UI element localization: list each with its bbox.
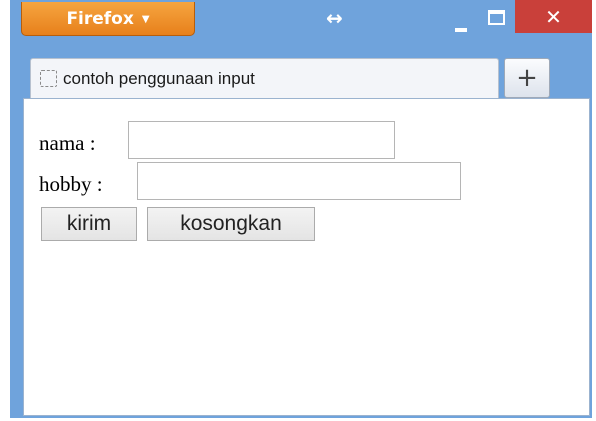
minimize-button[interactable] bbox=[455, 16, 471, 32]
tab-title: contoh penggunaan input bbox=[63, 68, 255, 88]
page-favicon-icon bbox=[40, 70, 57, 87]
hobby-input[interactable] bbox=[137, 162, 461, 200]
close-button[interactable]: ✕ bbox=[515, 0, 592, 33]
close-icon: ✕ bbox=[545, 4, 562, 29]
firefox-menu-button[interactable]: Firefox ▼ bbox=[21, 2, 195, 36]
nama-input[interactable] bbox=[128, 121, 395, 159]
browser-window: Firefox ▼ ↔ ✕ contoh penggunaan input + … bbox=[10, 0, 592, 418]
resize-icon: ↔ bbox=[326, 6, 343, 30]
submit-button[interactable]: kirim bbox=[41, 207, 137, 241]
minimize-icon bbox=[455, 28, 467, 32]
maximize-button[interactable] bbox=[488, 10, 505, 25]
hobby-label: hobby : bbox=[39, 172, 103, 196]
firefox-menu-label: Firefox bbox=[66, 8, 134, 29]
reset-button[interactable]: kosongkan bbox=[147, 207, 315, 241]
plus-icon: + bbox=[516, 63, 538, 93]
page-content: nama : hobby : kirim kosongkan bbox=[23, 98, 590, 416]
caret-down-icon: ▼ bbox=[141, 14, 150, 25]
new-tab-button[interactable]: + bbox=[504, 58, 550, 98]
tab-active[interactable]: contoh penggunaan input bbox=[30, 58, 499, 98]
nama-label: nama : bbox=[39, 131, 96, 155]
